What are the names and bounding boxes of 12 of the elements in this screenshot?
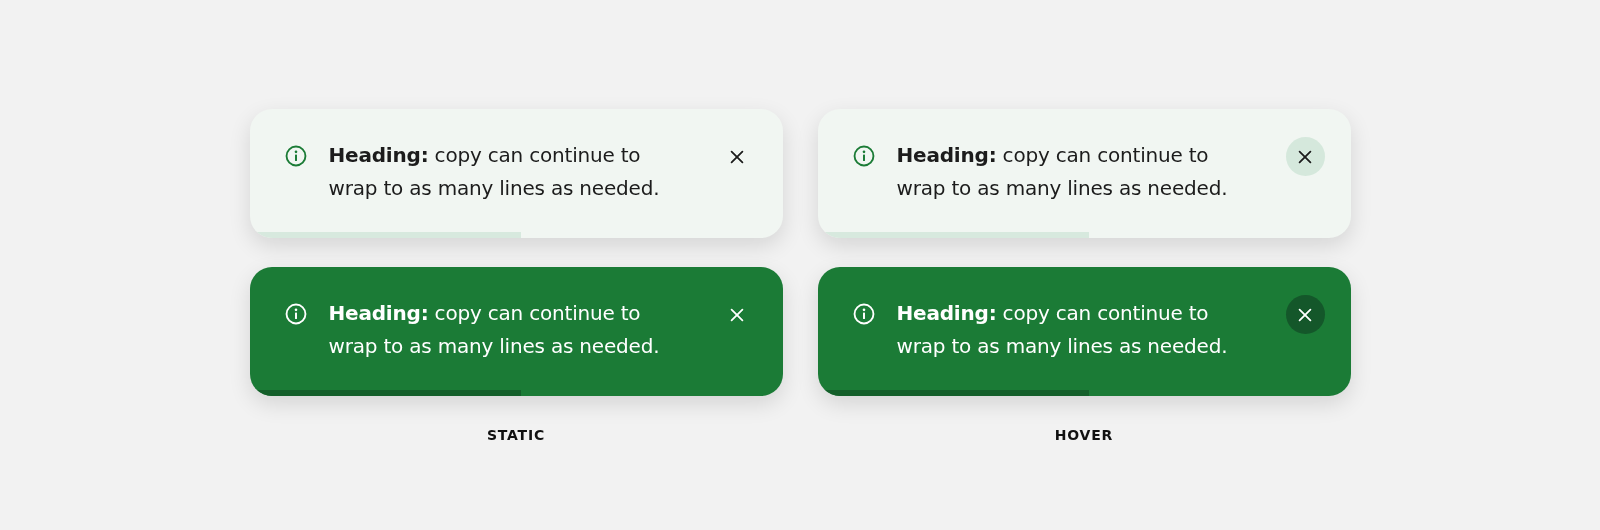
info-icon <box>284 145 307 167</box>
info-icon <box>852 145 875 167</box>
state-label: STATIC <box>485 427 547 443</box>
state-label: HOVER <box>1053 427 1115 443</box>
info-icon <box>284 303 307 325</box>
toast-message: Heading: copy can continue to wrap to as many lines as needed. <box>328 142 661 202</box>
toast-message: Heading: copy can continue to wrap to as many lines as needed. <box>896 142 1229 202</box>
toast-message: Heading: copy can continue to wrap to as many lines as needed. <box>328 300 661 360</box>
close-button[interactable] <box>1285 295 1325 334</box>
info-icon <box>852 303 875 325</box>
toast-message: Heading: copy can continue to wrap to as many lines as needed. <box>896 300 1229 360</box>
close-button[interactable] <box>1285 137 1325 176</box>
